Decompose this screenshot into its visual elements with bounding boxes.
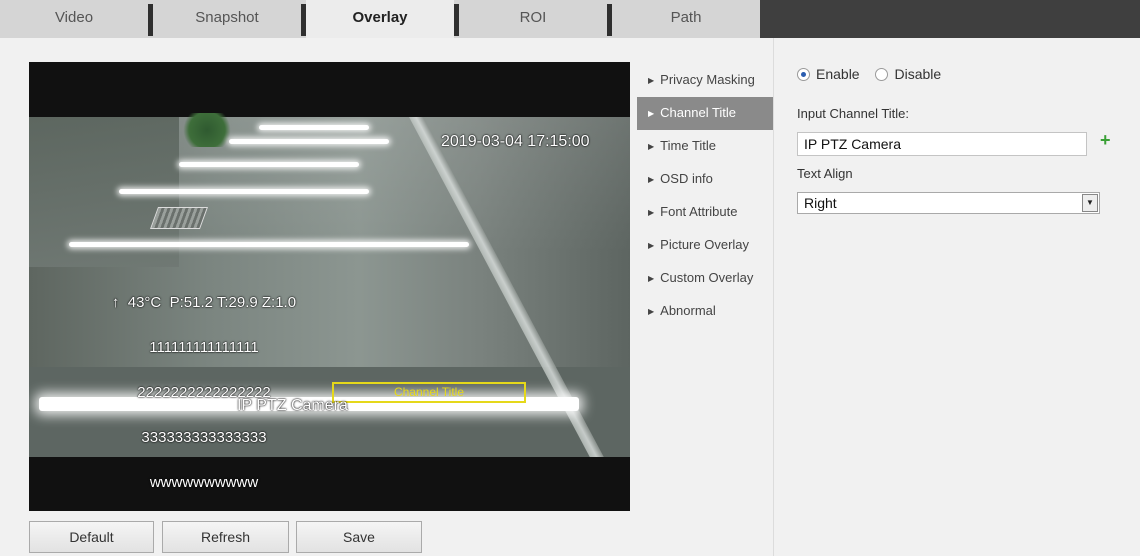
plant-image bbox=[179, 113, 235, 147]
overlay-panel: 2019-03-04 17:15:00 ↑ 43°C P:51.2 T:29.9… bbox=[0, 38, 1140, 556]
enable-radio[interactable] bbox=[797, 68, 810, 81]
ceiling-light bbox=[229, 139, 389, 144]
menu-item-label: Privacy Masking bbox=[660, 72, 755, 87]
ceiling-light bbox=[119, 189, 369, 194]
menu-item-label: Time Title bbox=[660, 138, 717, 153]
refresh-button[interactable]: Refresh bbox=[162, 521, 289, 553]
arrow-right-icon: ▶ bbox=[648, 208, 655, 217]
menu-item-label: Custom Overlay bbox=[660, 270, 754, 285]
enable-radio-group: Enable Disable bbox=[797, 66, 953, 86]
channel-title-input[interactable] bbox=[797, 132, 1087, 156]
arrow-right-icon: ▶ bbox=[648, 175, 655, 184]
text-align-select[interactable]: Right ▼ bbox=[797, 192, 1100, 214]
tab-overlay[interactable]: Overlay bbox=[306, 0, 454, 38]
arrow-right-icon: ▶ bbox=[648, 307, 655, 316]
tab-snapshot[interactable]: Snapshot bbox=[153, 0, 301, 38]
menu-item-label: Font Attribute bbox=[660, 204, 738, 219]
tab-bar: Video Snapshot Overlay ROI Path bbox=[0, 0, 1140, 38]
osd-line: 333333333333333 bbox=[141, 429, 267, 446]
menu-item-font-attribute[interactable]: ▶ Font Attribute bbox=[637, 196, 773, 229]
menu-item-privacy-masking[interactable]: ▶ Privacy Masking bbox=[637, 64, 773, 97]
menu-item-channel-title[interactable]: ▶ Channel Title bbox=[637, 97, 773, 130]
osd-line: 111111111111111 bbox=[149, 339, 259, 356]
menu-item-osd-info[interactable]: ▶ OSD info bbox=[637, 163, 773, 196]
osd-line: wwwwwwwwww bbox=[149, 474, 259, 491]
tab-video[interactable]: Video bbox=[0, 0, 148, 38]
dropdown-arrow-icon: ▼ bbox=[1082, 194, 1098, 212]
menu-item-label: Picture Overlay bbox=[660, 237, 750, 252]
camera-name-overlay: IP PTZ Camera bbox=[237, 397, 348, 414]
enable-label: Enable bbox=[816, 66, 860, 82]
default-button[interactable]: Default bbox=[29, 521, 154, 553]
osd-line: ↑ 43°C P:51.2 T:29.9 Z:1.0 bbox=[111, 294, 297, 311]
ceiling-vent bbox=[149, 207, 209, 229]
menu-item-custom-overlay[interactable]: ▶ Custom Overlay bbox=[637, 262, 773, 295]
menu-item-picture-overlay[interactable]: ▶ Picture Overlay bbox=[637, 229, 773, 262]
text-align-label: Text Align bbox=[797, 166, 853, 181]
add-plus-icon[interactable]: + bbox=[1100, 130, 1111, 151]
video-preview: 2019-03-04 17:15:00 ↑ 43°C P:51.2 T:29.9… bbox=[29, 62, 630, 511]
arrow-right-icon: ▶ bbox=[648, 142, 655, 151]
menu-item-label: OSD info bbox=[660, 171, 713, 186]
overlay-menu: ▶ Privacy Masking ▶ Channel Title ▶ Time Ti… bbox=[637, 64, 773, 328]
channel-title-settings: Enable Disable Input Channel Title: + Te… bbox=[797, 66, 1111, 214]
ceiling-light bbox=[69, 242, 469, 247]
disable-label: Disable bbox=[894, 66, 942, 82]
menu-item-label: Abnormal bbox=[660, 303, 716, 318]
text-align-value: Right bbox=[804, 195, 837, 211]
time-title-overlay: 2019-03-04 17:15:00 bbox=[441, 133, 590, 150]
menu-divider bbox=[773, 38, 774, 556]
ceiling-light bbox=[259, 125, 369, 130]
camera-frame: 2019-03-04 17:15:00 ↑ 43°C P:51.2 T:29.9… bbox=[29, 113, 630, 490]
menu-item-time-title[interactable]: ▶ Time Title bbox=[637, 130, 773, 163]
arrow-right-icon: ▶ bbox=[648, 76, 655, 85]
menu-item-abnormal[interactable]: ▶ Abnormal bbox=[637, 295, 773, 328]
channel-title-box[interactable]: Channel Title bbox=[332, 382, 526, 403]
disable-radio[interactable] bbox=[875, 68, 889, 81]
tab-roi[interactable]: ROI bbox=[459, 0, 607, 38]
osd-info-overlay: ↑ 43°C P:51.2 T:29.9 Z:1.0 1111111111111… bbox=[79, 265, 329, 511]
ceiling-light bbox=[179, 162, 359, 167]
input-channel-title-label: Input Channel Title: bbox=[797, 106, 910, 121]
tab-bar-filler bbox=[760, 0, 1140, 38]
arrow-right-icon: ▶ bbox=[648, 274, 655, 283]
arrow-right-icon: ▶ bbox=[648, 241, 655, 250]
arrow-right-icon: ▶ bbox=[648, 109, 655, 118]
tab-path[interactable]: Path bbox=[612, 0, 760, 38]
menu-item-label: Channel Title bbox=[660, 105, 737, 120]
save-button[interactable]: Save bbox=[296, 521, 422, 553]
